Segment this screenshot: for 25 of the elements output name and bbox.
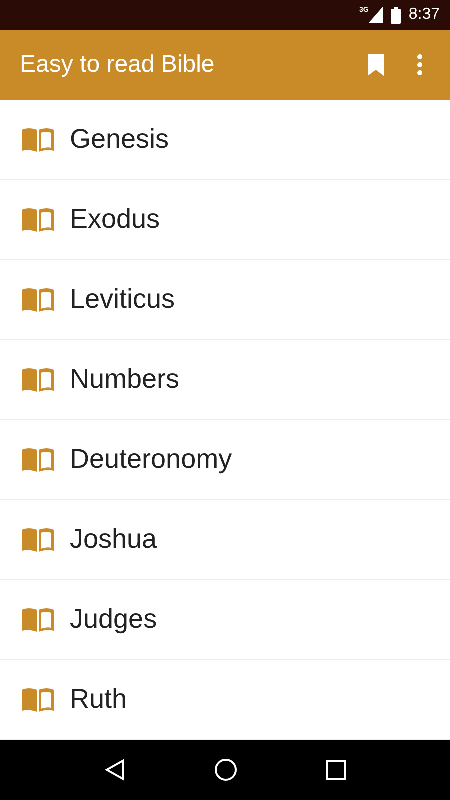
clock-time: 8:37 (408, 6, 440, 24)
book-name: Genesis (70, 124, 170, 155)
battery-icon (390, 6, 401, 24)
book-icon (20, 526, 56, 552)
app-title: Easy to read Bible (20, 51, 216, 79)
back-icon[interactable] (104, 759, 126, 781)
book-icon (20, 686, 56, 712)
book-icon (20, 606, 56, 632)
book-name: Joshua (70, 524, 158, 555)
recents-icon[interactable] (326, 760, 346, 780)
book-icon (20, 126, 56, 152)
bookmark-icon[interactable] (367, 54, 385, 76)
book-icon (20, 286, 56, 312)
book-icon (20, 206, 56, 232)
book-name: Exodus (70, 204, 160, 235)
book-name: Leviticus (70, 284, 176, 315)
book-name: Ruth (70, 684, 128, 715)
book-name: Numbers (70, 364, 180, 395)
overflow-menu-icon[interactable] (417, 54, 423, 76)
book-icon (20, 446, 56, 472)
home-icon[interactable] (214, 758, 238, 782)
signal-icon (368, 7, 383, 23)
book-name: Judges (70, 604, 158, 635)
book-name: Deuteronomy (70, 444, 232, 475)
book-icon (20, 366, 56, 392)
